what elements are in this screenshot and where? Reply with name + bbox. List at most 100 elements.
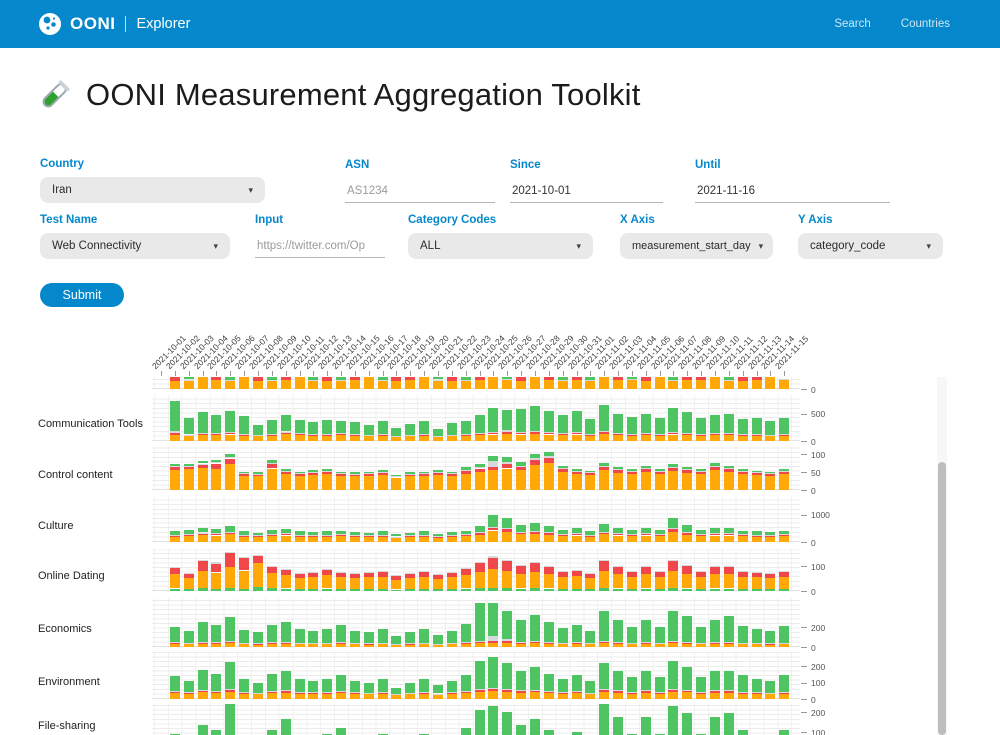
bar-segment-anomaly[interactable] — [433, 437, 443, 441]
bar-segment-anomaly[interactable] — [516, 381, 526, 390]
bar-segment-anomaly[interactable] — [225, 464, 235, 490]
bar-segment-ok[interactable] — [572, 675, 582, 692]
bar-segment-ok[interactable] — [211, 730, 221, 735]
bar-segment-anomaly[interactable] — [281, 474, 291, 490]
bar-segment-confirmed[interactable] — [516, 533, 526, 535]
bar-segment-failure[interactable] — [225, 641, 235, 642]
bar-segment-failure[interactable] — [488, 556, 498, 558]
bar-segment-anomaly[interactable] — [682, 574, 692, 589]
bar-segment-confirmed[interactable] — [655, 472, 665, 474]
bar-segment-failure[interactable] — [655, 434, 665, 435]
bar-segment-ok[interactable] — [572, 589, 582, 591]
bar-segment-anomaly[interactable] — [475, 643, 485, 647]
bar-segment-anomaly[interactable] — [322, 575, 332, 589]
bar-segment-ok[interactable] — [308, 631, 318, 643]
bar-segment-confirmed[interactable] — [530, 432, 540, 434]
bar-segment-anomaly[interactable] — [585, 537, 595, 543]
nav-link-countries[interactable]: Countries — [901, 18, 950, 30]
bar-segment-ok[interactable] — [558, 679, 568, 692]
bar-segment-ok[interactable] — [599, 704, 609, 735]
bar-segment-confirmed[interactable] — [350, 643, 360, 644]
bar-segment-ok[interactable] — [378, 679, 388, 692]
bar-segment-anomaly[interactable] — [267, 536, 277, 542]
bar-segment-confirmed[interactable] — [475, 377, 485, 380]
bar-segment-failure[interactable] — [184, 466, 194, 467]
bar-segment-ok[interactable] — [668, 706, 678, 735]
bar-segment-failure[interactable] — [572, 570, 582, 571]
bar-segment-confirmed[interactable] — [585, 473, 595, 475]
bar-segment-anomaly[interactable] — [765, 645, 775, 648]
bar-segment-confirmed[interactable] — [211, 564, 221, 573]
bar-segment-failure[interactable] — [336, 572, 346, 573]
bar-segment-ok[interactable] — [585, 589, 595, 591]
bar-segment-anomaly[interactable] — [405, 694, 415, 699]
bar-segment-ok[interactable] — [752, 589, 762, 591]
bar-segment-anomaly[interactable] — [308, 381, 318, 389]
bar-segment-failure[interactable] — [211, 433, 221, 434]
bar-segment-anomaly[interactable] — [613, 536, 623, 543]
since-input[interactable] — [510, 179, 663, 203]
bar-segment-confirmed[interactable] — [336, 474, 346, 476]
bar-segment-anomaly[interactable] — [336, 476, 346, 490]
bar-segment-confirmed[interactable] — [322, 692, 332, 694]
bar-segment-anomaly[interactable] — [253, 537, 263, 542]
bar-segment-anomaly[interactable] — [641, 693, 651, 699]
bar-segment-anomaly[interactable] — [281, 644, 291, 647]
bar-segment-anomaly[interactable] — [668, 692, 678, 699]
bar-segment-failure[interactable] — [308, 472, 318, 473]
bar-segment-confirmed[interactable] — [585, 693, 595, 694]
bar-segment-ok[interactable] — [627, 589, 637, 591]
bar-segment-confirmed[interactable] — [336, 692, 346, 694]
bar-segment-anomaly[interactable] — [682, 473, 692, 490]
bar-segment-failure[interactable] — [627, 571, 637, 572]
bar-segment-ok[interactable] — [433, 377, 443, 379]
bar-segment-ok[interactable] — [350, 631, 360, 643]
bar-segment-confirmed[interactable] — [225, 689, 235, 691]
bar-segment-failure[interactable] — [779, 643, 789, 644]
bar-segment-ok[interactable] — [585, 471, 595, 473]
bar-segment-failure[interactable] — [405, 535, 415, 536]
bar-segment-confirmed[interactable] — [655, 571, 665, 576]
bar-segment-anomaly[interactable] — [572, 576, 582, 589]
bar-segment-confirmed[interactable] — [336, 643, 346, 644]
bar-segment-anomaly[interactable] — [710, 574, 720, 588]
bar-segment-ok[interactable] — [710, 589, 720, 592]
bar-segment-anomaly[interactable] — [572, 380, 582, 389]
bar-segment-ok[interactable] — [350, 532, 360, 535]
bar-segment-ok[interactable] — [488, 456, 498, 460]
bar-segment-failure[interactable] — [710, 642, 720, 643]
bar-segment-anomaly[interactable] — [461, 474, 471, 490]
bar-segment-confirmed[interactable] — [516, 433, 526, 435]
bar-segment-anomaly[interactable] — [267, 380, 277, 389]
bar-segment-confirmed[interactable] — [779, 643, 789, 644]
bar-segment-confirmed[interactable] — [752, 643, 762, 644]
bar-segment-anomaly[interactable] — [198, 535, 208, 542]
bar-segment-confirmed[interactable] — [765, 644, 775, 645]
bar-segment-ok[interactable] — [488, 408, 498, 431]
bar-segment-failure[interactable] — [281, 569, 291, 570]
bar-segment-ok[interactable] — [364, 533, 374, 536]
bar-segment-confirmed[interactable] — [198, 561, 208, 571]
bar-segment-ok[interactable] — [613, 717, 623, 735]
bar-segment-anomaly[interactable] — [198, 692, 208, 699]
bar-segment-failure[interactable] — [655, 571, 665, 572]
bar-segment-confirmed[interactable] — [419, 692, 429, 694]
bar-segment-anomaly[interactable] — [558, 536, 568, 542]
bar-segment-failure[interactable] — [405, 474, 415, 475]
bar-segment-failure[interactable] — [267, 566, 277, 567]
bar-segment-anomaly[interactable] — [502, 434, 512, 441]
bar-segment-confirmed[interactable] — [627, 535, 637, 537]
bar-segment-failure[interactable] — [198, 642, 208, 643]
bar-segment-anomaly[interactable] — [364, 476, 374, 490]
bar-segment-ok[interactable] — [336, 589, 346, 591]
bar-segment-ok[interactable] — [585, 531, 595, 534]
bar-segment-failure[interactable] — [724, 642, 734, 643]
bar-segment-anomaly[interactable] — [461, 381, 471, 389]
bar-segment-confirmed[interactable] — [405, 536, 415, 537]
bar-segment-failure[interactable] — [378, 571, 388, 572]
bar-segment-anomaly[interactable] — [752, 537, 762, 543]
bar-segment-ok[interactable] — [295, 531, 305, 534]
bar-segment-anomaly[interactable] — [225, 534, 235, 542]
bar-segment-anomaly[interactable] — [170, 435, 180, 442]
bar-segment-failure[interactable] — [613, 433, 623, 434]
